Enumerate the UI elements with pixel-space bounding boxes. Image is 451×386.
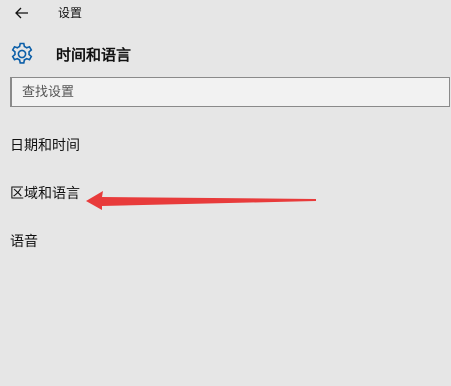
back-button[interactable] — [10, 3, 34, 23]
nav-item-region-language[interactable]: 区域和语言 — [10, 180, 210, 208]
page-header: 时间和语言 — [8, 38, 131, 70]
window-title: 设置 — [58, 6, 83, 20]
search-input[interactable] — [12, 78, 449, 106]
nav-item-date-time[interactable]: 日期和时间 — [10, 132, 210, 160]
arrow-left-icon — [15, 7, 28, 19]
nav-item-speech[interactable]: 语音 — [10, 228, 210, 256]
gear-icon — [8, 40, 36, 68]
search-box[interactable] — [10, 77, 450, 107]
title-bar: 设置 — [0, 0, 451, 28]
page-title: 时间和语言 — [56, 45, 132, 64]
